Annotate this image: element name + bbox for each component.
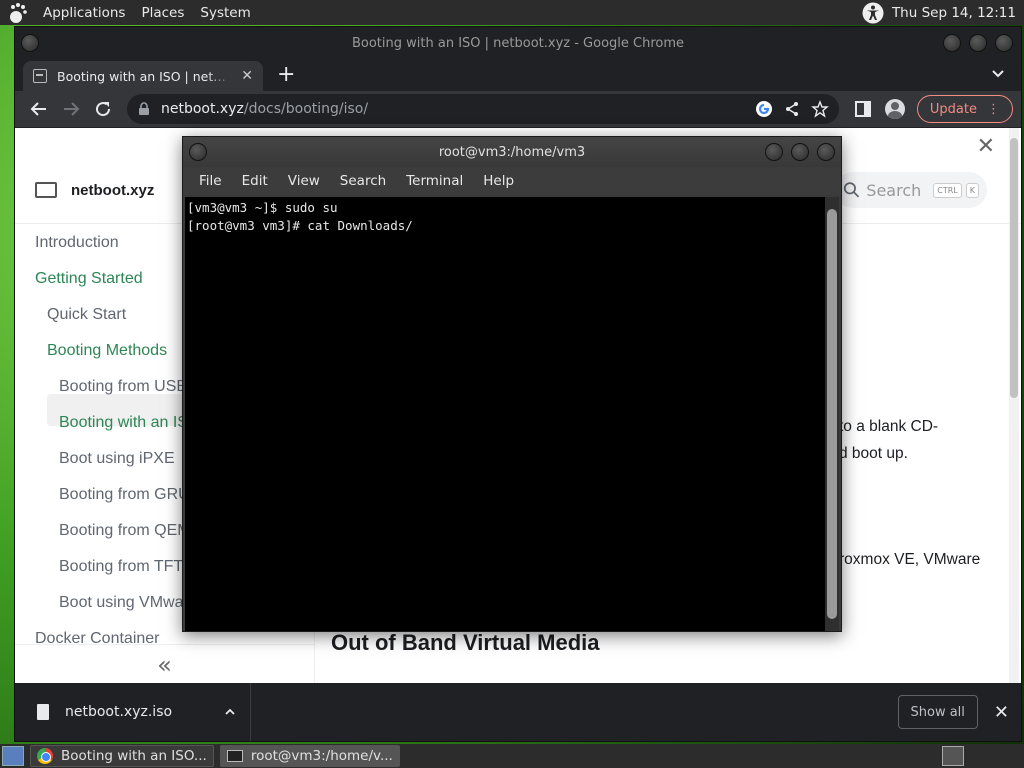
bookmark-star-icon[interactable] — [811, 100, 829, 118]
new-tab-icon[interactable]: + — [277, 62, 295, 87]
download-item[interactable]: netboot.xyz.iso — [15, 683, 251, 741]
task-terminal[interactable]: root@vm3:/home/v... — [219, 745, 400, 767]
applications-menu[interactable]: Applications — [35, 5, 133, 21]
terminal-line: [root@vm3 vm3]# cat Downloads/ — [187, 218, 413, 233]
menu-search[interactable]: Search — [330, 173, 396, 189]
places-menu[interactable]: Places — [133, 5, 192, 21]
url-path: /docs/booting/iso/ — [243, 101, 369, 117]
top-panel: Applications Places System Thu Sep 14, 1… — [0, 0, 1024, 25]
terminal-icon — [226, 750, 243, 762]
minimize-button[interactable] — [943, 34, 961, 52]
terminal-scrollbar-thumb[interactable] — [827, 209, 837, 619]
address-bar[interactable]: netboot.xyz/docs/booting/iso/ — [127, 94, 839, 124]
task-terminal-label: root@vm3:/home/v... — [250, 748, 393, 764]
share-icon[interactable] — [783, 100, 801, 118]
system-menu[interactable]: System — [192, 5, 258, 21]
content-text-fragment: to a blank CD- — [839, 418, 939, 435]
chrome-icon — [37, 748, 53, 764]
terminal-close-button[interactable] — [817, 143, 835, 161]
terminal-scrollbar[interactable] — [825, 197, 839, 631]
reload-icon[interactable] — [87, 93, 119, 125]
forward-icon[interactable] — [55, 93, 87, 125]
terminal-menubar: File Edit View Search Terminal Help — [183, 167, 841, 195]
menu-edit[interactable]: Edit — [232, 173, 278, 189]
task-chrome[interactable]: Booting with an ISO... — [30, 745, 214, 767]
sidebar-item-getting-started[interactable]: Getting Started — [35, 270, 143, 288]
toolbar: netboot.xyz/docs/booting/iso/ Update ⋮ — [15, 91, 1021, 127]
terminal-minimize-button[interactable] — [765, 143, 783, 161]
sidebar-item-booting-methods[interactable]: Booting Methods — [47, 342, 167, 360]
terminal-titlebar[interactable]: root@vm3:/home/vm3 — [183, 137, 841, 167]
site-name[interactable]: netboot.xyz — [71, 182, 154, 199]
announcement-close-icon[interactable]: ✕ — [977, 134, 995, 159]
sidebar-item-booting-grub[interactable]: Booting from GRUB — [59, 486, 200, 504]
menu-help[interactable]: Help — [473, 173, 524, 189]
workspace-switcher[interactable] — [942, 746, 964, 766]
terminal-output[interactable]: [vm3@vm3 ~]$ sudo su [root@vm3 vm3]# cat… — [185, 197, 827, 631]
gnome-foot-icon[interactable] — [7, 2, 29, 24]
page-scrollbar-thumb[interactable] — [1010, 138, 1018, 398]
terminal-maximize-button[interactable] — [791, 143, 809, 161]
terminal-line: [vm3@vm3 ~]$ sudo su — [187, 200, 338, 215]
chevron-up-icon[interactable] — [224, 706, 236, 718]
download-shelf: netboot.xyz.iso Show all ✕ — [15, 683, 1021, 741]
menu-terminal[interactable]: Terminal — [396, 173, 473, 189]
chrome-titlebar[interactable]: Booting with an ISO | netboot.xyz - Goog… — [15, 27, 1021, 59]
show-all-button[interactable]: Show all — [897, 695, 978, 729]
maximize-button[interactable] — [969, 34, 987, 52]
favicon-icon — [33, 69, 47, 83]
section-heading: Out of Band Virtual Media — [331, 630, 600, 655]
sidebar-item-booting-qemu[interactable]: Booting from QEMU — [59, 522, 202, 540]
kbd-k: K — [965, 182, 979, 198]
terminal-window-menu-button[interactable] — [189, 143, 207, 161]
site-search-button[interactable]: Search CTRL K — [835, 172, 987, 208]
sidebar-item-introduction[interactable]: Introduction — [35, 234, 119, 252]
search-icon — [843, 182, 860, 198]
update-label: Update — [929, 101, 977, 117]
double-chevron-left-icon: « — [157, 650, 172, 679]
terminal-window: root@vm3:/home/vm3 File Edit View Search… — [182, 136, 842, 632]
chrome-window-title: Booting with an ISO | netboot.xyz - Goog… — [351, 35, 685, 51]
content-text-fragment: d boot up. — [839, 445, 908, 462]
avatar-icon — [884, 99, 905, 119]
back-icon[interactable] — [23, 93, 55, 125]
task-chrome-label: Booting with an ISO... — [61, 748, 207, 764]
close-window-button[interactable] — [995, 34, 1013, 52]
collapse-sidebar-button[interactable]: « — [15, 644, 315, 683]
tab-close-icon[interactable]: ✕ — [241, 68, 253, 84]
sidebar-item-booting-tftp[interactable]: Booting from TFTP — [59, 558, 194, 576]
update-button[interactable]: Update ⋮ — [916, 95, 1013, 123]
window-menu-button[interactable] — [21, 34, 39, 52]
terminal-title: root@vm3:/home/vm3 — [438, 144, 586, 160]
menu-view[interactable]: View — [278, 173, 330, 189]
side-panel-icon[interactable] — [847, 93, 879, 125]
lock-icon[interactable] — [137, 102, 151, 116]
file-icon — [37, 704, 49, 720]
tab-netboot[interactable]: Booting with an ISO | netboot.xyz ✕ — [23, 61, 263, 91]
more-vert-icon: ⋮ — [987, 101, 1000, 117]
close-shelf-icon[interactable]: ✕ — [994, 702, 1009, 723]
clock[interactable]: Thu Sep 14, 12:11 — [892, 5, 1024, 21]
sidebar-item-boot-ipxe[interactable]: Boot using iPXE — [59, 450, 175, 468]
content-text-fragment: roxmox VE, VMware — [839, 551, 981, 568]
google-lens-icon[interactable] — [755, 100, 773, 118]
tab-title: Booting with an ISO | netboot.xyz — [57, 68, 233, 84]
sidebar-item-quick-start[interactable]: Quick Start — [47, 306, 126, 324]
bottom-taskbar: Booting with an ISO... root@vm3:/home/v.… — [0, 744, 1024, 768]
accessibility-icon[interactable] — [862, 2, 884, 24]
page-scrollbar[interactable] — [1009, 128, 1019, 683]
tabstrip: Booting with an ISO | netboot.xyz ✕ + — [15, 59, 1021, 91]
search-placeholder: Search — [866, 180, 922, 200]
profile-avatar[interactable] — [879, 93, 911, 125]
kbd-ctrl: CTRL — [933, 182, 962, 198]
download-file-name: netboot.xyz.iso — [65, 704, 173, 720]
menu-file[interactable]: File — [189, 173, 232, 189]
show-desktop-icon[interactable] — [2, 746, 24, 766]
netboot-logo-icon[interactable] — [35, 182, 57, 198]
sidebar-item-booting-iso[interactable]: Booting with an ISO — [59, 414, 200, 432]
tab-search-chevron-icon[interactable] — [991, 67, 1005, 81]
sidebar-item-boot-vmware[interactable]: Boot using VMware — [59, 594, 198, 612]
url-host: netboot.xyz — [161, 101, 244, 117]
sidebar-item-booting-usb[interactable]: Booting from USB — [59, 378, 187, 396]
